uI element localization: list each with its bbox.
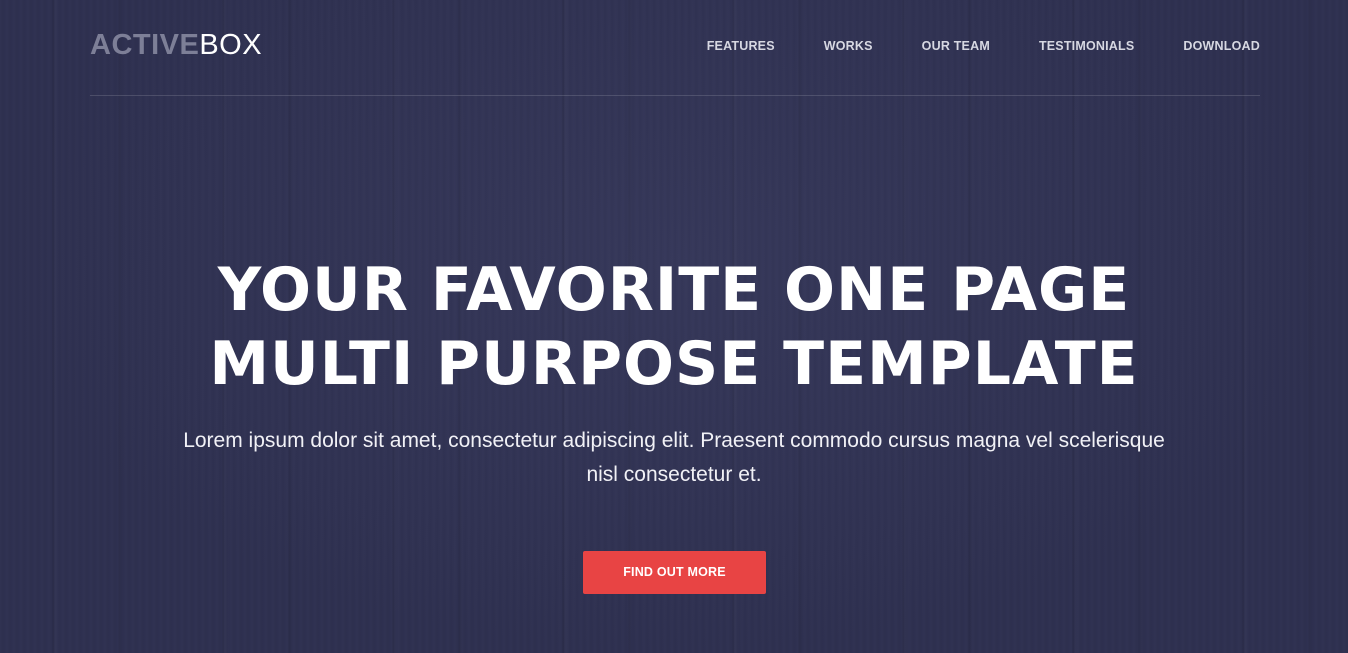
hero-headline-line-2: MULTI PURPOSE TEMPLATE (209, 329, 1139, 399)
hero-section: ACTIVEBOX FEATURES WORKS OUR TEAM TESTIM… (0, 0, 1348, 653)
nav-item-our-team[interactable]: OUR TEAM (922, 38, 990, 54)
nav-item-features[interactable]: FEATURES (707, 38, 775, 54)
find-out-more-button[interactable]: FIND OUT MORE (583, 551, 766, 594)
nav-item-download[interactable]: DOWNLOAD (1183, 38, 1260, 54)
nav-item-testimonials[interactable]: TESTIMONIALS (1039, 38, 1134, 54)
site-logo[interactable]: ACTIVEBOX (90, 29, 262, 61)
site-header: ACTIVEBOX FEATURES WORKS OUR TEAM TESTIM… (90, 0, 1260, 96)
main-nav: FEATURES WORKS OUR TEAM TESTIMONIALS DOW… (658, 38, 1260, 54)
hero-subtext: Lorem ipsum dolor sit amet, consectetur … (183, 429, 1165, 486)
hero-headline-line-1: YOUR FAVORITE ONE PAGE (217, 255, 1131, 325)
hero-headline: YOUR FAVORITE ONE PAGE MULTI PURPOSE TEM… (0, 253, 1348, 401)
logo-light-text: BOX (199, 29, 263, 61)
logo-bold-text: ACTIVE (90, 29, 200, 61)
nav-item-works[interactable]: WORKS (824, 38, 873, 54)
